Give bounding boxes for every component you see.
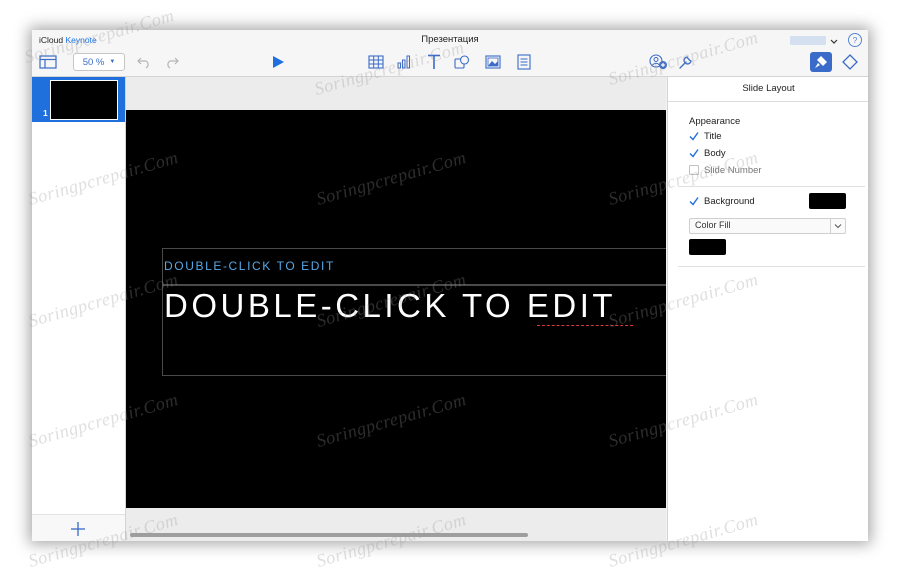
play-icon: [273, 56, 284, 68]
navigator-footer: [32, 514, 125, 541]
horizontal-scrollbar[interactable]: [126, 530, 666, 541]
slide-canvas: DOUBLE-CLICK TO EDIT DOUBLE-CLICK TO EDI…: [126, 77, 666, 541]
undo-button[interactable]: [134, 52, 154, 72]
brand-prefix: iCloud: [39, 35, 64, 45]
background-checkbox-label: Background: [704, 195, 755, 207]
redo-icon: [167, 57, 179, 69]
comment-icon: [517, 54, 531, 70]
slide[interactable]: DOUBLE-CLICK TO EDIT DOUBLE-CLICK TO EDI…: [126, 110, 666, 508]
chevron-down-icon: [830, 39, 838, 44]
format-inspector: Slide Layout Appearance Title Body Slide…: [667, 77, 868, 541]
zoom-value: 50 %: [82, 56, 105, 68]
table-icon: [368, 55, 384, 69]
animate-diamond-icon: [842, 54, 858, 70]
insert-shape-button[interactable]: [452, 52, 472, 72]
background-checkbox-row[interactable]: Background: [689, 194, 755, 208]
chevron-down-icon: ▼: [109, 59, 116, 65]
scrollbar-thumb[interactable]: [130, 533, 528, 537]
add-slide-button[interactable]: [68, 520, 88, 538]
plus-icon: [71, 522, 85, 536]
fill-type-value: Color Fill: [695, 220, 731, 230]
checkmark-icon[interactable]: [689, 148, 699, 158]
chart-icon: [397, 55, 410, 69]
title-placeholder-box[interactable]: DOUBLE-CLICK TO EDIT: [162, 284, 666, 376]
checkmark-icon[interactable]: [689, 131, 699, 141]
subtitle-placeholder-box[interactable]: DOUBLE-CLICK TO EDIT: [162, 248, 666, 286]
insert-image-button[interactable]: [483, 52, 503, 72]
title-checkbox-row[interactable]: Title: [689, 129, 722, 143]
help-button[interactable]: ?: [848, 33, 862, 47]
brand[interactable]: iCloud Keynote: [39, 35, 97, 45]
section-divider: [678, 186, 865, 187]
slide-navigator: 1: [32, 77, 126, 541]
image-icon: [485, 55, 501, 69]
collaborate-button[interactable]: [647, 52, 669, 72]
title-placeholder-text: DOUBLE-CLICK TO EDIT: [164, 287, 617, 324]
spellcheck-underline: [537, 325, 633, 326]
title-checkbox-label: Title: [704, 130, 722, 142]
shape-icon: [454, 55, 470, 69]
tools-button[interactable]: [676, 52, 696, 72]
wrench-icon: [679, 56, 692, 69]
body-checkbox-row[interactable]: Body: [689, 146, 726, 160]
account-menu-button[interactable]: [829, 34, 839, 46]
collaborate-icon: [649, 54, 667, 69]
text-icon: [428, 54, 440, 69]
undo-icon: [137, 57, 149, 69]
animate-panel-button[interactable]: [840, 52, 860, 72]
fill-color-swatch[interactable]: [689, 239, 726, 255]
sidebar-toggle-button[interactable]: [37, 52, 59, 72]
comment-button[interactable]: [514, 52, 534, 72]
play-button[interactable]: [268, 52, 288, 72]
inspector-title: Slide Layout: [668, 77, 868, 102]
background-color-swatch[interactable]: [809, 193, 846, 209]
format-panel-button[interactable]: [810, 52, 832, 72]
redo-button[interactable]: [162, 52, 182, 72]
select-separator: [830, 219, 831, 233]
body-checkbox-label: Body: [704, 147, 726, 159]
document-title[interactable]: Презентация: [32, 34, 868, 45]
zoom-select[interactable]: 50 % ▼: [73, 53, 125, 71]
slide-number: 1: [43, 108, 48, 118]
account-name-field[interactable]: [790, 36, 826, 45]
appearance-label: Appearance: [689, 116, 741, 127]
insert-table-button[interactable]: [366, 52, 386, 72]
slide-number-checkbox-label: Slide Number: [704, 164, 762, 176]
empty-checkbox[interactable]: [689, 165, 699, 175]
slide-number-checkbox-row[interactable]: Slide Number: [689, 163, 762, 177]
top-toolbar: iCloud Keynote Презентация ? 50 % ▼: [32, 30, 868, 77]
insert-chart-button[interactable]: [394, 52, 414, 72]
chevron-down-icon: [834, 224, 842, 229]
section-divider: [678, 266, 865, 267]
sidebar-icon: [39, 55, 57, 69]
fill-type-select[interactable]: Color Fill: [689, 218, 846, 234]
brand-app-name: Keynote: [65, 35, 97, 45]
subtitle-placeholder-text: DOUBLE-CLICK TO EDIT: [164, 259, 335, 273]
format-brush-icon: [815, 56, 827, 68]
insert-text-button[interactable]: [424, 52, 444, 72]
keynote-window: iCloud Keynote Презентация ? 50 % ▼ 1 DO…: [32, 30, 868, 541]
slide-thumbnail[interactable]: [50, 80, 118, 120]
slide-thumbnail-row[interactable]: 1: [32, 77, 125, 122]
checkmark-icon[interactable]: [689, 196, 699, 206]
